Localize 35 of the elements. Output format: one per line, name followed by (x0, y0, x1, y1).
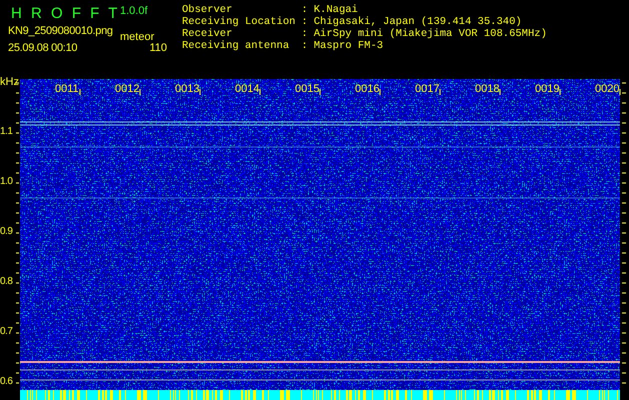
info-value: K.Nagai (314, 4, 359, 16)
time-label: 0013 (175, 83, 200, 95)
mode-label: meteor (120, 30, 156, 41)
time-label: 0020 (595, 83, 620, 95)
separator: : (301, 16, 308, 28)
frequency-label: 0.8 (0, 276, 12, 287)
info-label: Receiving Location (182, 16, 296, 28)
info-value: Maspro FM-3 (314, 40, 384, 52)
frequency-label: 0.6 (0, 376, 12, 387)
frequency-label: 1.1 (0, 126, 12, 137)
time-label: 0017 (415, 83, 440, 95)
version-label: 1.0.0f (120, 4, 149, 19)
separator: : (301, 4, 308, 16)
time-label: 0016 (355, 83, 380, 95)
app-title: H R O F F T (10, 4, 118, 24)
time-label: 0015 (295, 83, 320, 95)
info-label: Observer (182, 4, 234, 16)
info-label: Receiving antenna (182, 40, 290, 52)
time-label: 0012 (115, 83, 140, 95)
separator: : (301, 28, 308, 40)
filename-label: KN9_2509080010.png (8, 24, 114, 39)
unit-label: kHz (0, 77, 19, 88)
frequency-label: 0.9 (0, 226, 12, 237)
date-time-label: 25.09.08 00:10 (8, 41, 78, 55)
info-value: AirSpy mini (Miakejima VOR 108.65MHz) (314, 28, 547, 40)
frequency-label: 1.0 (0, 176, 12, 187)
count-label: 110 (148, 41, 168, 55)
frequency-label: 0.7 (0, 326, 12, 337)
time-label: 0019 (535, 83, 560, 95)
separator: : (301, 40, 308, 52)
info-value: Chigasaki, Japan (139.414 35.340) (314, 16, 523, 28)
time-label: 0014 (235, 83, 260, 95)
time-label: 0018 (475, 83, 500, 95)
info-label: Receiver (182, 28, 234, 40)
time-label: 0011 (55, 83, 79, 95)
